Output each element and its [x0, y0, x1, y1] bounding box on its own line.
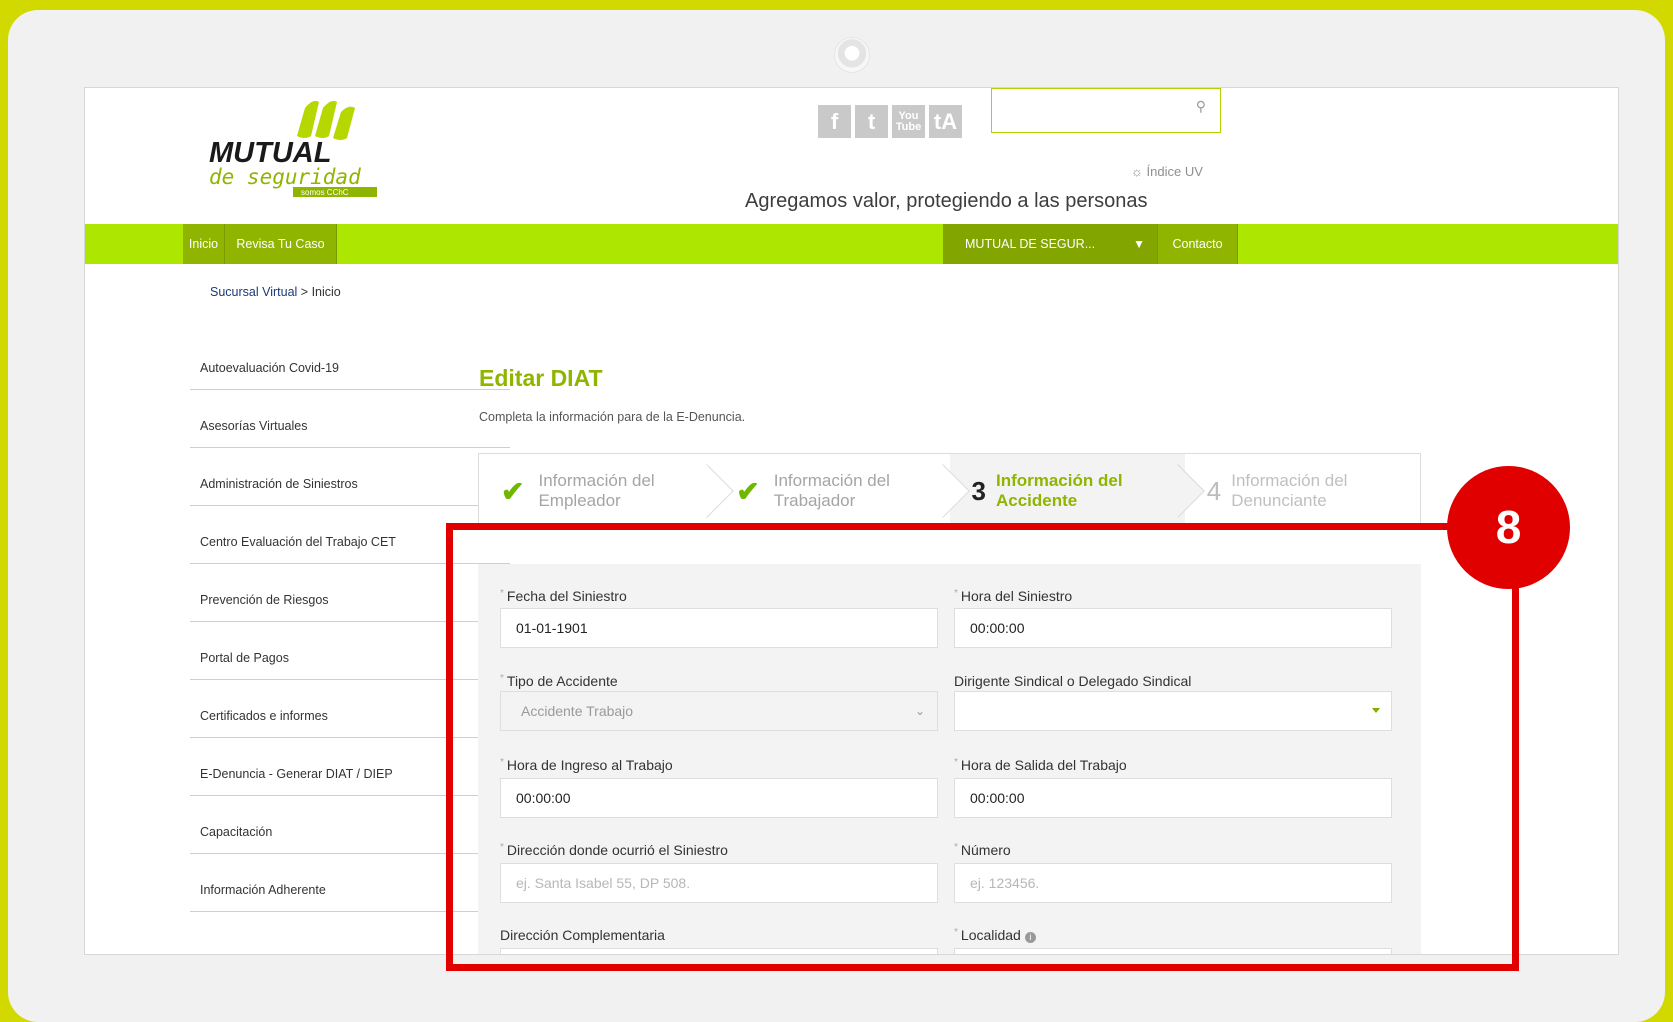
sidebar-item-asesorias[interactable]: Asesorías Virtuales	[190, 390, 510, 448]
step-denunciante[interactable]: 4 Información del Denunciante	[1185, 454, 1420, 528]
nav-revisa-tu-caso[interactable]: Revisa Tu Caso	[225, 224, 337, 264]
check-icon: ✔	[501, 475, 525, 507]
nav-mutual-dropdown[interactable]: MUTUAL DE SEGUR... ▼	[943, 224, 1158, 264]
check-icon: ✔	[736, 475, 760, 507]
social-links: f t You Tube tA	[818, 105, 962, 138]
tagline: Agregamos valor, protegiendo a las perso…	[745, 190, 1148, 212]
nav-mutual-label: MUTUAL DE SEGUR...	[965, 237, 1096, 251]
search-input[interactable]: ⚲	[991, 88, 1221, 133]
logo-tag-text: somos CChC	[301, 188, 349, 197]
step-number: 3	[971, 475, 986, 506]
breadcrumb-link[interactable]: Sucursal Virtual	[210, 285, 297, 299]
step-trabajador[interactable]: ✔ Información del Trabajador	[714, 454, 970, 528]
step-accidente[interactable]: 3 Información del Accidente	[949, 454, 1205, 528]
step-empleador[interactable]: ✔ Información del Empleador	[479, 454, 735, 528]
uv-index-link[interactable]: ☼ Índice UV	[1131, 164, 1203, 179]
camera-icon	[834, 37, 870, 73]
step-label: Información del Denunciante	[1231, 471, 1348, 510]
tripadvisor-icon[interactable]: tA	[929, 105, 962, 138]
breadcrumb: Sucursal Virtual > Inicio	[210, 285, 341, 299]
twitter-icon[interactable]: t	[855, 105, 888, 138]
uv-label: Índice UV	[1146, 164, 1203, 179]
mutual-logo[interactable]: MUTUAL de seguridad somos CChC	[209, 96, 389, 198]
search-icon[interactable]: ⚲	[1196, 98, 1206, 115]
main-navbar: Inicio Revisa Tu Caso MUTUAL DE SEGUR...…	[85, 224, 1618, 264]
stepper: ✔ Información del Empleador ✔ Informació…	[478, 453, 1421, 529]
sidebar-item-covid[interactable]: Autoevaluación Covid-19	[190, 332, 510, 390]
logo-sub-text: de seguridad	[209, 165, 361, 189]
step-label: Información del Trabajador	[773, 471, 890, 510]
facebook-icon[interactable]: f	[818, 105, 851, 138]
breadcrumb-current: > Inicio	[300, 285, 341, 299]
nav-inicio[interactable]: Inicio	[183, 224, 225, 264]
step-label: Información del Empleador	[538, 471, 655, 510]
chevron-down-icon: ▼	[1133, 237, 1145, 251]
page-title: Editar DIAT	[479, 365, 603, 391]
nav-contacto[interactable]: Contacto	[1158, 224, 1238, 264]
sidebar-item-siniestros[interactable]: Administración de Siniestros	[190, 448, 510, 506]
highlight-box	[446, 523, 1519, 971]
step-badge: 8	[1447, 466, 1570, 589]
step-number: 4	[1206, 475, 1222, 506]
step-label: Información del Accidente	[995, 471, 1123, 510]
youtube-icon[interactable]: You Tube	[892, 105, 925, 138]
sun-icon: ☼	[1131, 164, 1143, 179]
page-subtitle: Completa la información para de la E-Den…	[479, 410, 746, 424]
